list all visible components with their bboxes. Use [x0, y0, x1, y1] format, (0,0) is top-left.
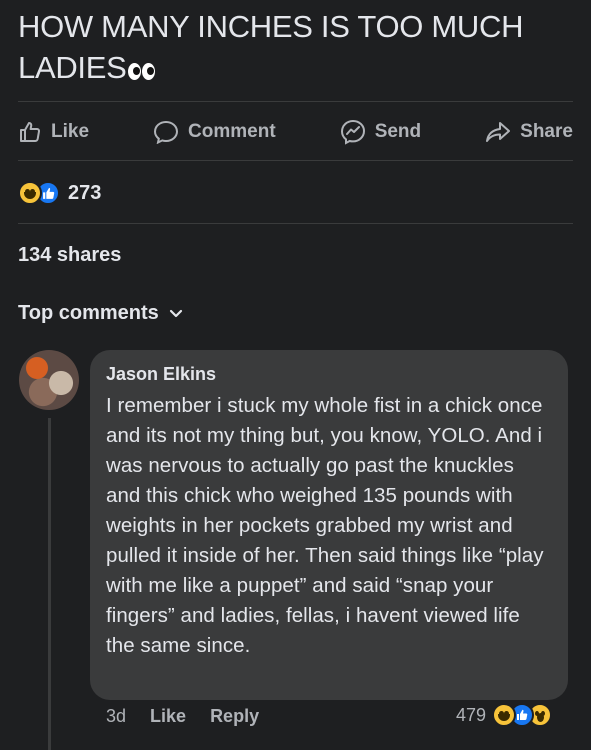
- post-actions: Like Comment Send Share: [18, 112, 573, 152]
- comment-body: I remember i stuck my whole fist in a ch…: [106, 394, 544, 657]
- comment-author[interactable]: Jason Elkins: [106, 364, 552, 385]
- share-button[interactable]: Share: [485, 120, 573, 144]
- avatar[interactable]: [19, 350, 79, 410]
- divider-top: [18, 101, 573, 102]
- comment-reply-button[interactable]: Reply: [210, 706, 259, 727]
- share-label: Share: [520, 121, 573, 142]
- like-label: Like: [51, 121, 90, 142]
- comment-label: Comment: [188, 121, 276, 142]
- send-label: Send: [374, 121, 422, 142]
- post-body: HOW MANY INCHES IS TOO MUCH LADIES: [18, 9, 524, 85]
- comment-reactions[interactable]: 479: [456, 703, 553, 727]
- haha-icon: [18, 181, 42, 205]
- divider-reactions: [18, 223, 573, 224]
- reaction-summary[interactable]: 273: [18, 181, 101, 205]
- top-comments-dropdown[interactable]: Top comments: [18, 302, 183, 325]
- messenger-icon: [340, 119, 366, 145]
- thumbs-up-icon: [18, 120, 42, 144]
- haha-icon: [492, 703, 517, 727]
- comment-icon: [153, 120, 179, 144]
- comment-reaction-count: 479: [456, 704, 487, 725]
- comment-meta: 3d Like Reply: [106, 706, 259, 727]
- comment-time[interactable]: 3d: [106, 706, 126, 727]
- divider-actions: [18, 160, 573, 161]
- chevron-down-icon: [169, 302, 183, 325]
- eyes-icon: [128, 49, 156, 90]
- like-button[interactable]: Like: [18, 120, 89, 144]
- send-button[interactable]: Send: [340, 119, 421, 145]
- comment-like-button[interactable]: Like: [150, 706, 186, 727]
- thread-line: [48, 418, 51, 750]
- comment-bubble: Jason Elkins I remember i stuck my whole…: [90, 350, 568, 700]
- reaction-count: 273: [68, 181, 102, 204]
- shares-count[interactable]: 134 shares: [18, 244, 121, 267]
- comment-button[interactable]: Comment: [153, 120, 276, 144]
- top-comments-label: Top comments: [18, 302, 159, 324]
- share-arrow-icon: [485, 120, 511, 144]
- post-text: HOW MANY INCHES IS TOO MUCH LADIES: [18, 6, 578, 90]
